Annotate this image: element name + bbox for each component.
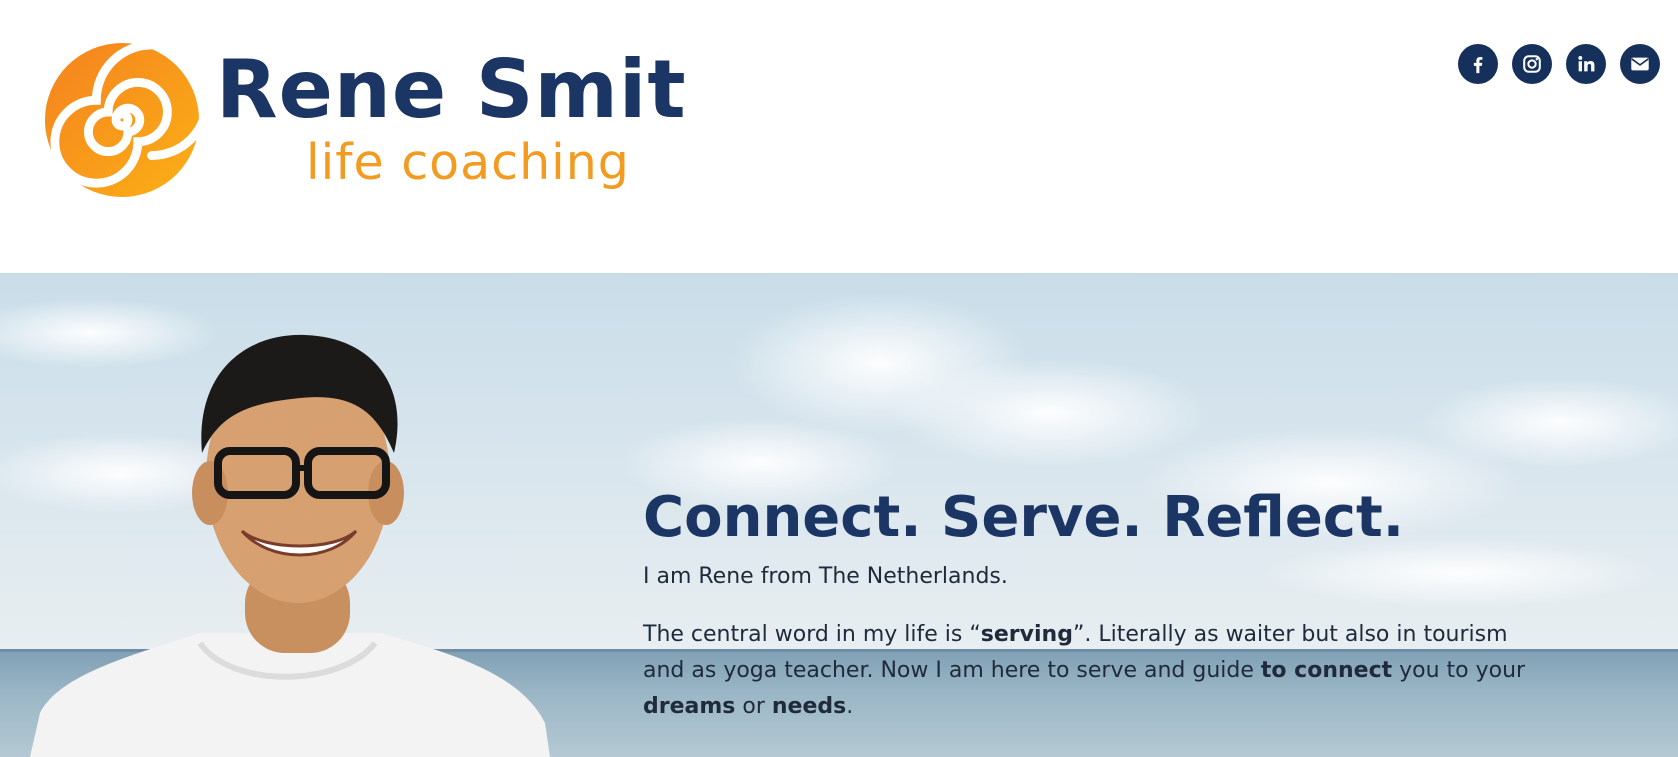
email-link[interactable] [1620,44,1660,84]
site-logo[interactable]: Rene Smit life coaching [40,38,686,198]
instagram-icon [1523,55,1541,73]
facebook-link[interactable] [1458,44,1498,84]
social-links [1458,44,1660,84]
logo-name: Rene Smit [216,43,687,136]
highlight-dreams: dreams [643,694,736,720]
hero-content: Connect. Serve. Reflect. I am Rene from … [643,485,1543,725]
facebook-icon [1473,56,1483,74]
site-header: Rene Smit life coaching [0,0,1678,273]
highlight-serving: serving [980,622,1073,648]
hero-section: Connect. Serve. Reflect. I am Rene from … [0,273,1678,757]
linkedin-icon [1578,56,1595,72]
hero-body: The central word in my life is “serving”… [643,622,1526,720]
hero-title: Connect. Serve. Reflect. [643,485,1405,550]
orange-spiral-icon [44,41,201,198]
linkedin-link[interactable] [1566,44,1606,84]
smiling-man-with-glasses-photo [30,334,550,757]
hero-intro: I am Rene from The Netherlands. [643,564,1008,590]
envelope-icon [1631,57,1649,71]
instagram-link[interactable] [1512,44,1552,84]
highlight-to-connect: to connect [1260,658,1393,684]
highlight-needs: needs [771,694,847,720]
logo-tagline: life coaching [306,134,630,191]
